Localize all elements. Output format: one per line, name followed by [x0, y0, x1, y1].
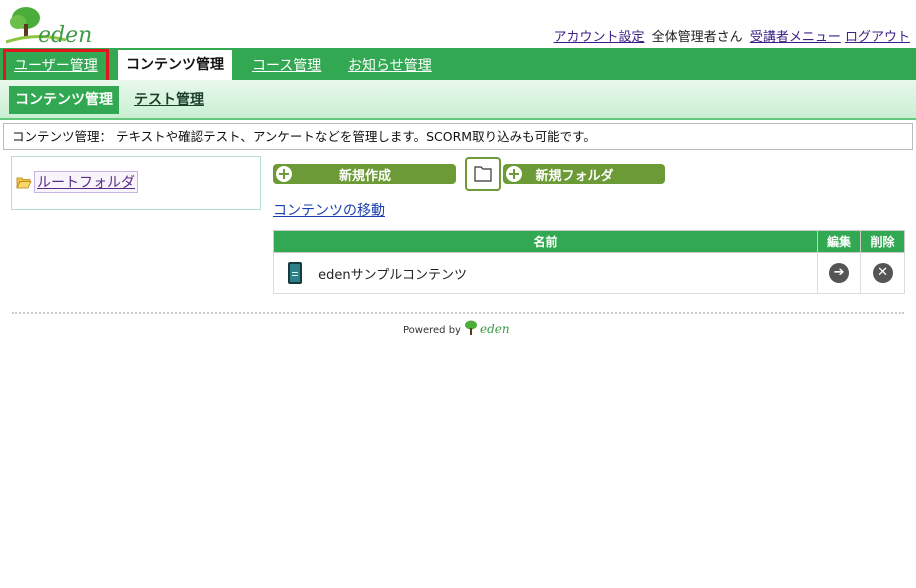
plus-circle-icon [506, 166, 522, 182]
open-folder-icon [16, 177, 32, 188]
learner-menu-link[interactable]: 受講者メニュー [750, 30, 841, 45]
content-table: 名前 編集 削除 edenサンプルコンテンツ ➔ ✕ [272, 230, 905, 294]
row-edit-cell: ➔ [817, 252, 862, 294]
account-settings-link[interactable]: アカウント設定 [554, 30, 645, 45]
header-name: 名前 [272, 230, 819, 253]
new-folder-button[interactable]: 新規フォルダ [503, 164, 665, 184]
header: eden アカウント設定 全体管理者さん 受講者メニュー ログアウト [0, 0, 916, 48]
row-delete-cell: ✕ [860, 252, 905, 294]
subtab-test-management[interactable]: テスト管理 [128, 86, 210, 114]
subtab-content-management[interactable]: コンテンツ管理 [9, 86, 119, 114]
row-name[interactable]: edenサンプルコンテンツ [318, 268, 467, 283]
tree-item-root: ルートフォルダ [16, 171, 138, 193]
new-create-label: 新規作成 [338, 168, 391, 184]
tree-logo-icon [464, 320, 477, 335]
delete-x-icon[interactable]: ✕ [872, 263, 893, 283]
powered-by: Powered by eden [403, 320, 510, 336]
new-folder-label: 新規フォルダ [535, 168, 614, 184]
tab-user-management[interactable]: ユーザー管理 [3, 49, 109, 83]
main-nav: ユーザー管理 コンテンツ管理 コース管理 お知らせ管理 [0, 48, 916, 83]
move-contents-link[interactable]: コンテンツの移動 [273, 200, 385, 220]
description-bar: コンテンツ管理： テキストや確認テスト、アンケートなどを管理します。SCORM取… [3, 123, 913, 150]
content-book-icon [288, 262, 302, 284]
row-name-cell: edenサンプルコンテンツ [272, 252, 819, 294]
tab-notice-management[interactable]: お知らせ管理 [340, 52, 440, 80]
header-delete: 削除 [860, 230, 905, 253]
logout-link[interactable]: ログアウト [845, 30, 910, 45]
footer-divider [12, 312, 904, 314]
plus-circle-icon [276, 166, 292, 182]
logo-text: eden [38, 23, 92, 46]
sub-nav: コンテンツ管理 テスト管理 [0, 80, 916, 120]
tab-course-management[interactable]: コース管理 [244, 52, 329, 80]
root-folder-link[interactable]: ルートフォルダ [34, 171, 138, 193]
edit-arrow-icon[interactable]: ➔ [829, 263, 850, 283]
new-create-button[interactable]: 新規作成 [273, 164, 456, 184]
folder-tree: ルートフォルダ [11, 156, 261, 210]
header-edit: 編集 [817, 230, 862, 253]
eden-logo: eden [6, 7, 92, 46]
tab-content-management[interactable]: コンテンツ管理 [118, 50, 232, 80]
folder-icon [474, 166, 492, 182]
powered-by-brand: eden [479, 322, 510, 336]
folder-button[interactable] [465, 157, 501, 191]
table-header-row: 名前 編集 削除 [272, 230, 905, 253]
powered-by-text: Powered by [403, 325, 461, 336]
account-links: アカウント設定 全体管理者さん 受講者メニュー ログアウト [554, 26, 910, 45]
user-name: 全体管理者さん [651, 30, 743, 45]
table-row: edenサンプルコンテンツ ➔ ✕ [272, 252, 905, 294]
